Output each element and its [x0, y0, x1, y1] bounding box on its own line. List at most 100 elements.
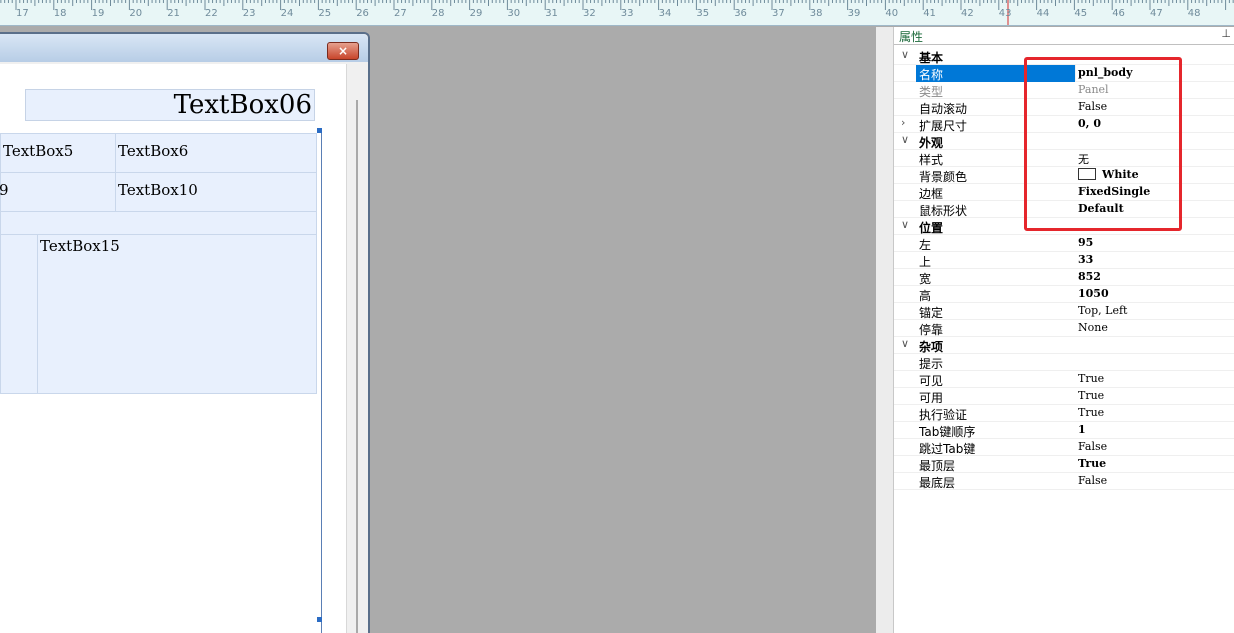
property-row-topmost[interactable]: 最顶层 True: [894, 456, 1234, 473]
property-row-height[interactable]: 高 1050: [894, 286, 1234, 303]
ruler-label: 36: [734, 8, 747, 19]
property-value[interactable]: True: [1078, 457, 1106, 470]
property-label: 跳过Tab键: [919, 442, 976, 456]
cell-textbox5[interactable]: TextBox5: [0, 133, 116, 173]
cell-textbox6[interactable]: TextBox6: [115, 133, 317, 173]
ruler-label: 17: [16, 8, 29, 19]
ruler-label: 42: [961, 8, 974, 19]
property-value[interactable]: False: [1078, 440, 1107, 453]
ruler-label: 48: [1187, 8, 1201, 19]
close-icon: ×: [337, 44, 349, 58]
ruler-label: 44: [1036, 8, 1050, 19]
property-label: 名称: [919, 68, 944, 82]
property-row-top[interactable]: 上 33: [894, 252, 1234, 269]
ruler-label: 37: [772, 8, 785, 19]
property-row-dock[interactable]: 停靠 None: [894, 320, 1234, 337]
property-row-taborder[interactable]: Tab键顺序 1: [894, 422, 1234, 439]
ruler-label: 27: [394, 8, 407, 19]
ruler-label: 47: [1150, 8, 1163, 19]
ruler-label: 39: [847, 8, 861, 19]
resize-handle[interactable]: [317, 128, 322, 133]
ruler-label: 22: [205, 8, 218, 19]
category-label: 位置: [919, 221, 944, 235]
property-value[interactable]: 852: [1078, 270, 1101, 283]
property-row-bottommost[interactable]: 最底层 False: [894, 473, 1234, 490]
cell-empty-row[interactable]: [0, 211, 317, 235]
ruler-label: 29: [469, 8, 483, 19]
property-value[interactable]: 1: [1078, 423, 1086, 436]
chevron-down-icon[interactable]: ∨: [901, 337, 909, 350]
close-button[interactable]: ×: [327, 42, 359, 60]
property-label: 可用: [919, 391, 944, 405]
properties-header: 属性 ⊥: [894, 27, 1234, 45]
property-label: 宽: [919, 272, 932, 286]
pin-icon[interactable]: ⊥: [1221, 27, 1231, 40]
ruler-label: 46: [1112, 8, 1125, 19]
property-value[interactable]: 33: [1078, 253, 1093, 266]
chevron-right-icon[interactable]: ›: [901, 116, 905, 129]
property-row-anchor[interactable]: 锚定 Top, Left: [894, 303, 1234, 320]
ruler-label: 28: [431, 8, 445, 19]
form-canvas[interactable]: TextBox06 TextBox5 TextBox6 9 TextBox10 …: [0, 64, 346, 633]
ruler-label: 31: [545, 8, 558, 19]
horizontal-ruler: 17 18 19 20 21 22 23 24 25 26 27 28 29 30 31 32 33 34 35 36…: [0, 0, 1234, 26]
property-label: Tab键顺序: [919, 425, 976, 439]
property-value[interactable]: True: [1078, 372, 1104, 385]
cell-textbox15-label: TextBox15: [40, 237, 120, 255]
properties-left-scrollbar[interactable]: [876, 27, 894, 633]
property-label: 提示: [919, 357, 944, 371]
property-value[interactable]: None: [1078, 321, 1108, 334]
chevron-down-icon[interactable]: ∨: [901, 133, 909, 146]
property-label: 背景颜色: [919, 170, 968, 184]
ruler-label: 43: [998, 8, 1012, 19]
ruler-label: 18: [53, 8, 67, 19]
property-value[interactable]: True: [1078, 389, 1104, 402]
property-value[interactable]: True: [1078, 406, 1104, 419]
cell-textbox10[interactable]: TextBox10: [115, 172, 317, 212]
cell-left-empty[interactable]: [0, 234, 38, 394]
property-value[interactable]: False: [1078, 474, 1107, 487]
textbox06-control[interactable]: TextBox06: [25, 89, 315, 121]
chevron-down-icon[interactable]: ∨: [901, 48, 909, 61]
resize-handle[interactable]: [317, 617, 322, 622]
chevron-down-icon[interactable]: ∨: [901, 218, 909, 231]
property-row-left[interactable]: 左 95: [894, 235, 1234, 252]
ruler-label: 24: [280, 8, 294, 19]
ruler-label: 26: [356, 8, 369, 19]
ruler-label: 25: [318, 8, 332, 19]
property-label: 鼠标形状: [919, 204, 968, 218]
textbox06-label: TextBox06: [173, 90, 312, 120]
property-row-enabled[interactable]: 可用 True: [894, 388, 1234, 405]
ruler-label: 41: [923, 8, 936, 19]
property-row-visible[interactable]: 可见 True: [894, 371, 1234, 388]
property-row-width[interactable]: 宽 852: [894, 269, 1234, 286]
property-label: 左: [919, 238, 932, 252]
ruler-label: 30: [507, 8, 521, 19]
cell-textbox5-label: TextBox5: [3, 142, 74, 160]
category-label: 基本: [919, 51, 944, 65]
ruler-label: 21: [167, 8, 180, 19]
form-vertical-scrollbar[interactable]: [346, 64, 368, 633]
property-value[interactable]: 95: [1078, 236, 1093, 249]
property-label: 可见: [919, 374, 944, 388]
ruler-label: 40: [885, 8, 899, 19]
property-label: 停靠: [919, 323, 944, 337]
cell-textbox6-label: TextBox6: [118, 142, 189, 160]
property-row-tabstop[interactable]: 跳过Tab键 False: [894, 439, 1234, 456]
cell-textbox15[interactable]: TextBox15: [37, 234, 317, 394]
property-row-tooltip[interactable]: 提示: [894, 354, 1234, 371]
property-label: 执行验证: [919, 408, 968, 422]
ruler-label: 34: [658, 8, 672, 19]
cell-textbox9[interactable]: 9: [0, 172, 116, 212]
ruler-label: 32: [583, 8, 596, 19]
property-label: 边框: [919, 187, 944, 201]
property-row-validation[interactable]: 执行验证 True: [894, 405, 1234, 422]
property-value[interactable]: 1050: [1078, 287, 1109, 300]
property-value[interactable]: Top, Left: [1078, 304, 1127, 317]
ruler-label: 38: [809, 8, 823, 19]
property-label: 样式: [919, 153, 944, 167]
ruler-label: 23: [242, 8, 256, 19]
window-title-bar: ×: [0, 34, 368, 62]
category-misc[interactable]: ∨ 杂项: [894, 337, 1234, 354]
panel-body[interactable]: TextBox5 TextBox6 9 TextBox10 TextBox15: [0, 128, 322, 633]
